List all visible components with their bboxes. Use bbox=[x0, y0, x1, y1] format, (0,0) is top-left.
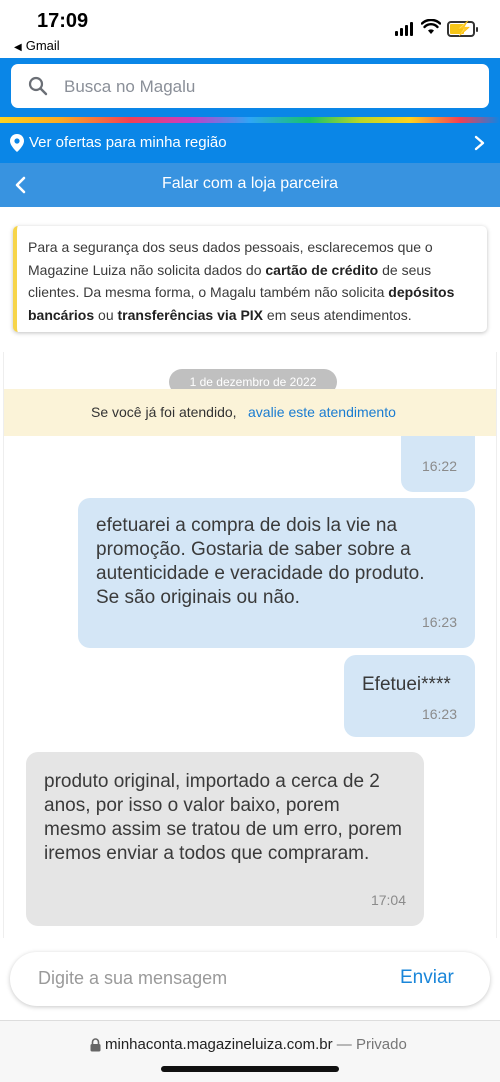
message-bubble-received: produto original, importado a cerca de 2… bbox=[26, 752, 424, 926]
home-indicator[interactable] bbox=[161, 1066, 339, 1072]
back-to-app-link[interactable]: ◀ Gmail bbox=[14, 38, 60, 53]
region-offers-bar[interactable]: Ver ofertas para minha região bbox=[0, 123, 500, 163]
search-input[interactable]: Busca no Magalu bbox=[64, 77, 195, 97]
search-header: Busca no Magalu bbox=[0, 58, 500, 117]
status-time: 17:09 bbox=[37, 10, 89, 32]
send-button[interactable]: Enviar bbox=[400, 967, 454, 989]
search-box[interactable]: Busca no Magalu bbox=[11, 64, 489, 108]
message-input[interactable]: Digite a sua mensagem bbox=[38, 968, 227, 989]
message-bubble-sent: efetuarei a compra de dois la vie na pro… bbox=[78, 498, 475, 648]
rate-service-text: Se você já foi atendido, bbox=[91, 404, 237, 420]
url-text: minhaconta.magazineluiza.com.br — Privad… bbox=[105, 1036, 407, 1053]
search-icon bbox=[28, 76, 48, 96]
rate-service-link[interactable]: avalie este atendimento bbox=[248, 389, 396, 436]
cellular-signal-icon bbox=[395, 22, 413, 36]
chat-header: Falar com a loja parceira bbox=[0, 163, 500, 207]
status-bar: 17:09 ◀ Gmail ⚡ bbox=[0, 0, 500, 58]
back-app-label: Gmail bbox=[25, 38, 60, 53]
region-offers-label: Ver ofertas para minha região bbox=[29, 134, 227, 151]
message-bubble-sent: Efetuei**** 16:23 bbox=[344, 655, 475, 737]
message-composer: Digite a sua mensagem Enviar bbox=[10, 952, 490, 1006]
chat-messages-area[interactable]: 1 de dezembro de 2022 Olá 16:22 efetuare… bbox=[3, 352, 497, 938]
location-pin-icon bbox=[10, 134, 24, 152]
battery-icon: ⚡ bbox=[447, 20, 478, 37]
security-notice: Para a segurança dos seus dados pessoais… bbox=[13, 226, 487, 332]
back-triangle-icon: ◀ bbox=[14, 42, 22, 53]
security-notice-text: Para a segurança dos seus dados pessoais… bbox=[28, 239, 455, 323]
chevron-right-icon bbox=[474, 135, 485, 151]
lock-icon bbox=[90, 1038, 101, 1052]
browser-url-bar[interactable]: minhaconta.magazineluiza.com.br — Privad… bbox=[0, 1020, 500, 1082]
chat-title: Falar com a loja parceira bbox=[161, 175, 339, 192]
rate-service-banner: Se você já foi atendido, avalie este ate… bbox=[4, 389, 496, 436]
wifi-icon bbox=[421, 19, 441, 34]
